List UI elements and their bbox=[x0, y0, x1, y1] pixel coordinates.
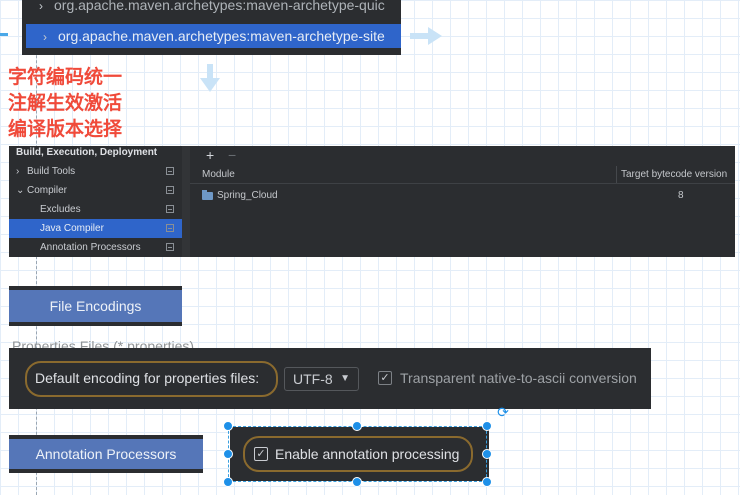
project-scope-icon bbox=[166, 224, 174, 232]
chevron-down-icon: ⌄ bbox=[16, 185, 25, 196]
settings-sidebar: Build, Execution, Deployment › Build Too… bbox=[9, 146, 182, 257]
resize-handle[interactable] bbox=[482, 449, 492, 459]
per-module-table: + − Module Target bytecode version Sprin… bbox=[190, 146, 735, 257]
resize-handle[interactable] bbox=[223, 477, 233, 487]
column-header-target-version[interactable]: Target bytecode version bbox=[621, 166, 727, 183]
native-ascii-checkbox[interactable]: ✓ bbox=[378, 371, 392, 385]
resize-handle[interactable] bbox=[223, 421, 233, 431]
remove-module-button[interactable]: − bbox=[228, 147, 236, 163]
sidebar-item-label: Excludes bbox=[40, 204, 81, 215]
arrow-down-icon bbox=[200, 64, 220, 92]
sidebar-item-java-compiler[interactable]: Java Compiler bbox=[9, 219, 182, 238]
archetype-item-label: org.apache.maven.archetypes:maven-archet… bbox=[54, 0, 385, 13]
chevron-right-icon: › bbox=[16, 166, 20, 177]
add-module-button[interactable]: + bbox=[206, 147, 214, 163]
sidebar-item-excludes[interactable]: Excludes bbox=[9, 200, 182, 219]
chevron-down-icon: ▼ bbox=[340, 373, 350, 384]
column-header-module[interactable]: Module bbox=[202, 166, 235, 183]
table-row[interactable]: Spring_Cloud 8 bbox=[190, 187, 735, 204]
properties-files-panel: Default encoding for properties files: U… bbox=[9, 348, 651, 409]
column-divider bbox=[616, 166, 617, 183]
project-scope-icon bbox=[166, 205, 174, 213]
native-ascii-label: Transparent native-to-ascii conversion bbox=[400, 370, 637, 386]
java-compiler-settings: Build, Execution, Deployment › Build Too… bbox=[9, 146, 735, 257]
file-encodings-header: File Encodings bbox=[9, 286, 182, 326]
sidebar-item-compiler[interactable]: ⌄ Compiler bbox=[9, 181, 182, 200]
selection-frame bbox=[228, 426, 487, 482]
sidebar-item-label: Java Compiler bbox=[40, 223, 104, 234]
resize-handle[interactable] bbox=[352, 421, 362, 431]
note-line-3: 编译版本选择 bbox=[8, 119, 123, 140]
default-encoding-label: Default encoding for properties files: bbox=[35, 370, 260, 386]
table-header: Module Target bytecode version bbox=[190, 166, 735, 184]
resize-handle[interactable] bbox=[352, 477, 362, 487]
module-name: Spring_Cloud bbox=[217, 190, 278, 201]
archetype-item-label: org.apache.maven.archetypes:maven-archet… bbox=[58, 28, 385, 44]
archetype-item-selected[interactable]: › org.apache.maven.archetypes:maven-arche… bbox=[26, 24, 401, 48]
section-title: Build, Execution, Deployment bbox=[16, 147, 158, 158]
connector-tick bbox=[0, 33, 8, 36]
sidebar-item-label: Compiler bbox=[27, 185, 68, 196]
splitter[interactable] bbox=[182, 146, 190, 257]
archetype-list: › org.apache.maven.archetypes:maven-arche… bbox=[22, 0, 401, 55]
project-scope-icon bbox=[166, 167, 174, 175]
resize-handle[interactable] bbox=[482, 477, 492, 487]
annotation-processors-header: Annotation Processors bbox=[9, 435, 203, 473]
rotate-handle-icon[interactable]: ⟳ bbox=[496, 405, 510, 419]
module-folder-icon bbox=[202, 190, 213, 200]
arrow-right-icon bbox=[410, 27, 442, 45]
project-scope-icon bbox=[166, 186, 174, 194]
chevron-right-icon: › bbox=[43, 30, 47, 44]
note-line-2: 注解生效激活 bbox=[8, 93, 123, 114]
chevron-right-icon: › bbox=[39, 0, 43, 13]
target-version[interactable]: 8 bbox=[678, 187, 684, 204]
resize-handle[interactable] bbox=[482, 421, 492, 431]
resize-handle[interactable] bbox=[223, 449, 233, 459]
sidebar-item-label: Build Tools bbox=[27, 166, 76, 177]
sidebar-item-label: Annotation Processors bbox=[40, 242, 141, 253]
encoding-select[interactable]: UTF-8 ▼ bbox=[284, 367, 359, 391]
project-scope-icon bbox=[166, 243, 174, 251]
sidebar-item-annotation-processors[interactable]: Annotation Processors bbox=[9, 238, 182, 257]
sidebar-item-build-tools[interactable]: › Build Tools bbox=[9, 162, 182, 181]
note-line-1: 字符编码统一 bbox=[8, 67, 123, 88]
encoding-value: UTF-8 bbox=[293, 371, 333, 387]
archetype-item[interactable] bbox=[22, 50, 401, 55]
archetype-item[interactable]: › org.apache.maven.archetypes:maven-arche… bbox=[22, 0, 401, 16]
